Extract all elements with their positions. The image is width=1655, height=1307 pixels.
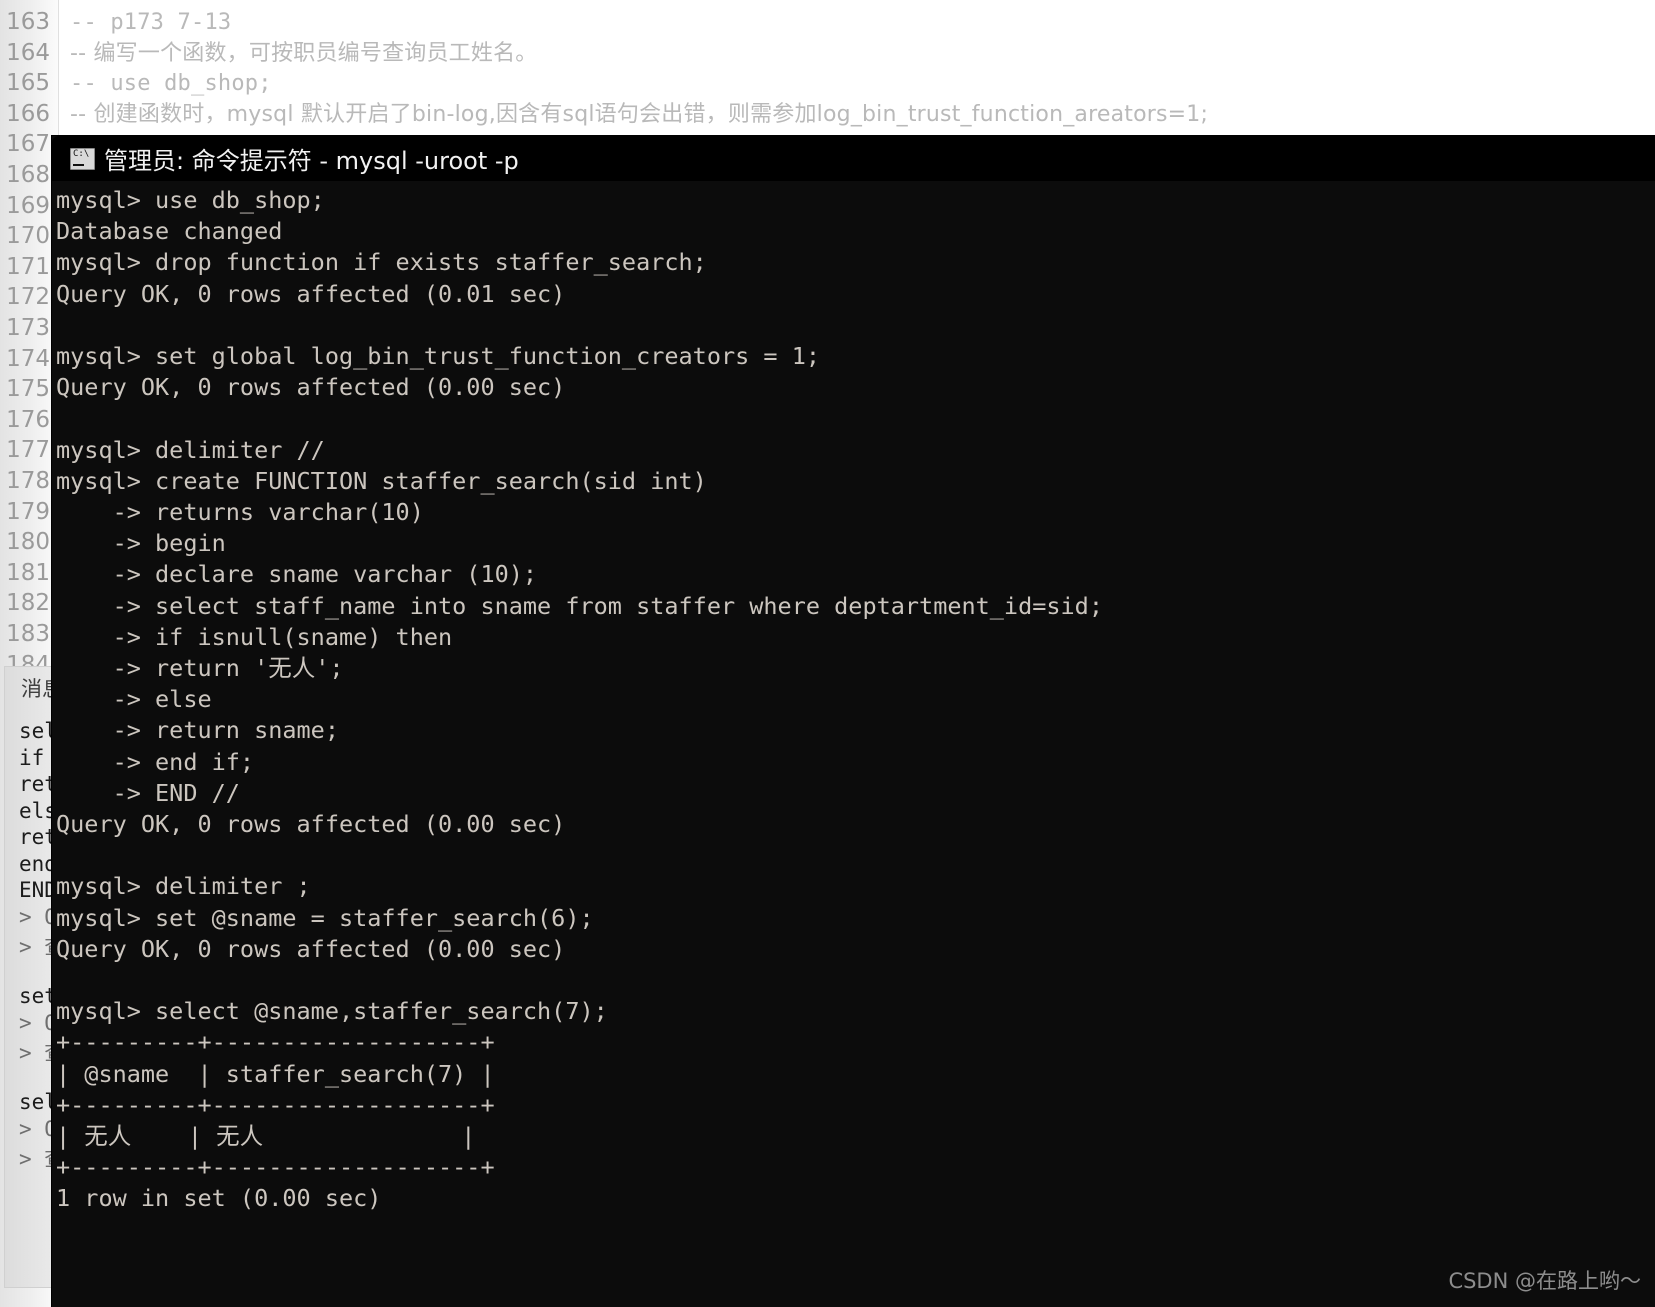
console-line: -> return sname; [56, 716, 339, 745]
console-line: -> return '无人'; [56, 654, 344, 682]
console-line: Database changed [56, 217, 283, 246]
console-line: mysql> create FUNCTION staffer_search(si… [56, 466, 707, 495]
editor-line-text: -- use db_shop; [70, 71, 272, 97]
editor-line[interactable]: 166 -- 创建函数时，mysql 默认开启了bin-log,因含有sql语句会… [0, 99, 1655, 130]
console-line: -> declare sname varchar (10); [56, 560, 538, 589]
editor-line-number: 183 [6, 621, 50, 647]
csdn-watermark: CSDN @在路上哟～ [1448, 1269, 1641, 1293]
editor-line-number: 178 [6, 468, 50, 494]
editor-line-number: 168 [6, 162, 50, 188]
console-line: -> else [56, 685, 212, 714]
console-line: -> if isnull(sname) then [56, 622, 453, 651]
console-line: Query OK, 0 rows affected (0.00 sec) [56, 373, 566, 402]
editor-line-number: 182 [6, 590, 50, 617]
editor-line-number: 181 [6, 559, 50, 586]
editor-line-number: 166 [6, 100, 50, 127]
console-line: -> end if; [56, 747, 255, 776]
screenshot-root: 163 -- p173 7-13 164 -- 编写一个函数，可按职员编号查询员工姓名… [0, 0, 1655, 1307]
editor-line[interactable]: 165 -- use db_shop; [0, 68, 1655, 99]
messages-panel-line: if [19, 745, 45, 770]
editor-line-number: 164 [6, 39, 50, 66]
editor-line-number: 174 [6, 345, 50, 372]
console-line: mysql> delimiter // [56, 435, 325, 464]
console-line: -> returns varchar(10) [56, 498, 424, 526]
editor-line-text: -- p173 7-13 [70, 10, 232, 35]
console-line: -> select staff_name into sname from sta… [56, 591, 1103, 620]
console-line: Query OK, 0 rows affected (0.01 sec) [56, 279, 566, 308]
console-line: +---------+-------------------+ [56, 1153, 495, 1182]
console-output-area[interactable]: mysql> use db_shop; Database changed mysql… [52, 181, 1655, 1307]
editor-line-text: -- 创建函数时，mysql 默认开启了bin-log,因含有sql语句会出错，… [70, 101, 1209, 127]
command-prompt-window[interactable]: 管理员: 命令提示符 - mysql -uroot -p mysql> use … [52, 136, 1655, 1307]
console-line: mysql> set global log_bin_trust_function… [56, 342, 821, 370]
editor-line-number: 177 [6, 437, 50, 464]
editor-line-number: 180 [6, 529, 50, 556]
console-line: mysql> use db_shop; [56, 186, 325, 214]
console-line: +---------+-------------------+ [56, 1028, 495, 1057]
editor-line-number: 175 [6, 376, 50, 403]
console-line: mysql> select @sname,staffer_search(7); [56, 997, 608, 1026]
console-line: 1 row in set (0.00 sec) [56, 1184, 382, 1213]
console-line: -> begin [56, 529, 226, 558]
editor-line-number: 165 [6, 70, 50, 97]
console-line: Query OK, 0 rows affected (0.00 sec) [56, 934, 566, 963]
editor-line-number: 179 [6, 498, 50, 525]
console-line: | @sname | staffer_search(7) | [56, 1059, 495, 1088]
editor-line-number: 173 [6, 315, 50, 341]
console-line: | 无人 | 无人 | [56, 1122, 476, 1150]
editor-line-number: 170 [6, 223, 50, 250]
editor-line[interactable]: 163 -- p173 7-13 [0, 7, 1655, 38]
editor-line[interactable]: 164 -- 编写一个函数，可按职员编号查询员工姓名。 [0, 38, 1655, 69]
console-title-bar[interactable]: 管理员: 命令提示符 - mysql -uroot -p [52, 136, 1655, 181]
console-line: +---------+-------------------+ [56, 1090, 495, 1119]
editor-line-number: 169 [6, 192, 50, 219]
editor-line-text: -- 编写一个函数，可按职员编号查询员工姓名。 [70, 40, 538, 66]
console-line: -> END // [56, 778, 240, 807]
console-line: mysql> drop function if exists staffer_s… [56, 248, 707, 277]
console-title-text: 管理员: 命令提示符 - mysql -uroot -p [104, 147, 519, 175]
console-line: mysql> delimiter ; [56, 872, 311, 901]
console-line: Query OK, 0 rows affected (0.00 sec) [56, 810, 566, 838]
cmd-icon [70, 147, 95, 170]
console-title-group: 管理员: 命令提示符 - mysql -uroot -p [70, 136, 519, 181]
editor-line-number: 167 [6, 131, 50, 158]
editor-line-number: 163 [6, 9, 50, 35]
console-line: mysql> set @sname = staffer_search(6); [56, 903, 594, 932]
editor-line-number: 172 [6, 284, 50, 311]
editor-line-number: 176 [6, 406, 50, 433]
editor-line-number: 171 [6, 253, 50, 280]
